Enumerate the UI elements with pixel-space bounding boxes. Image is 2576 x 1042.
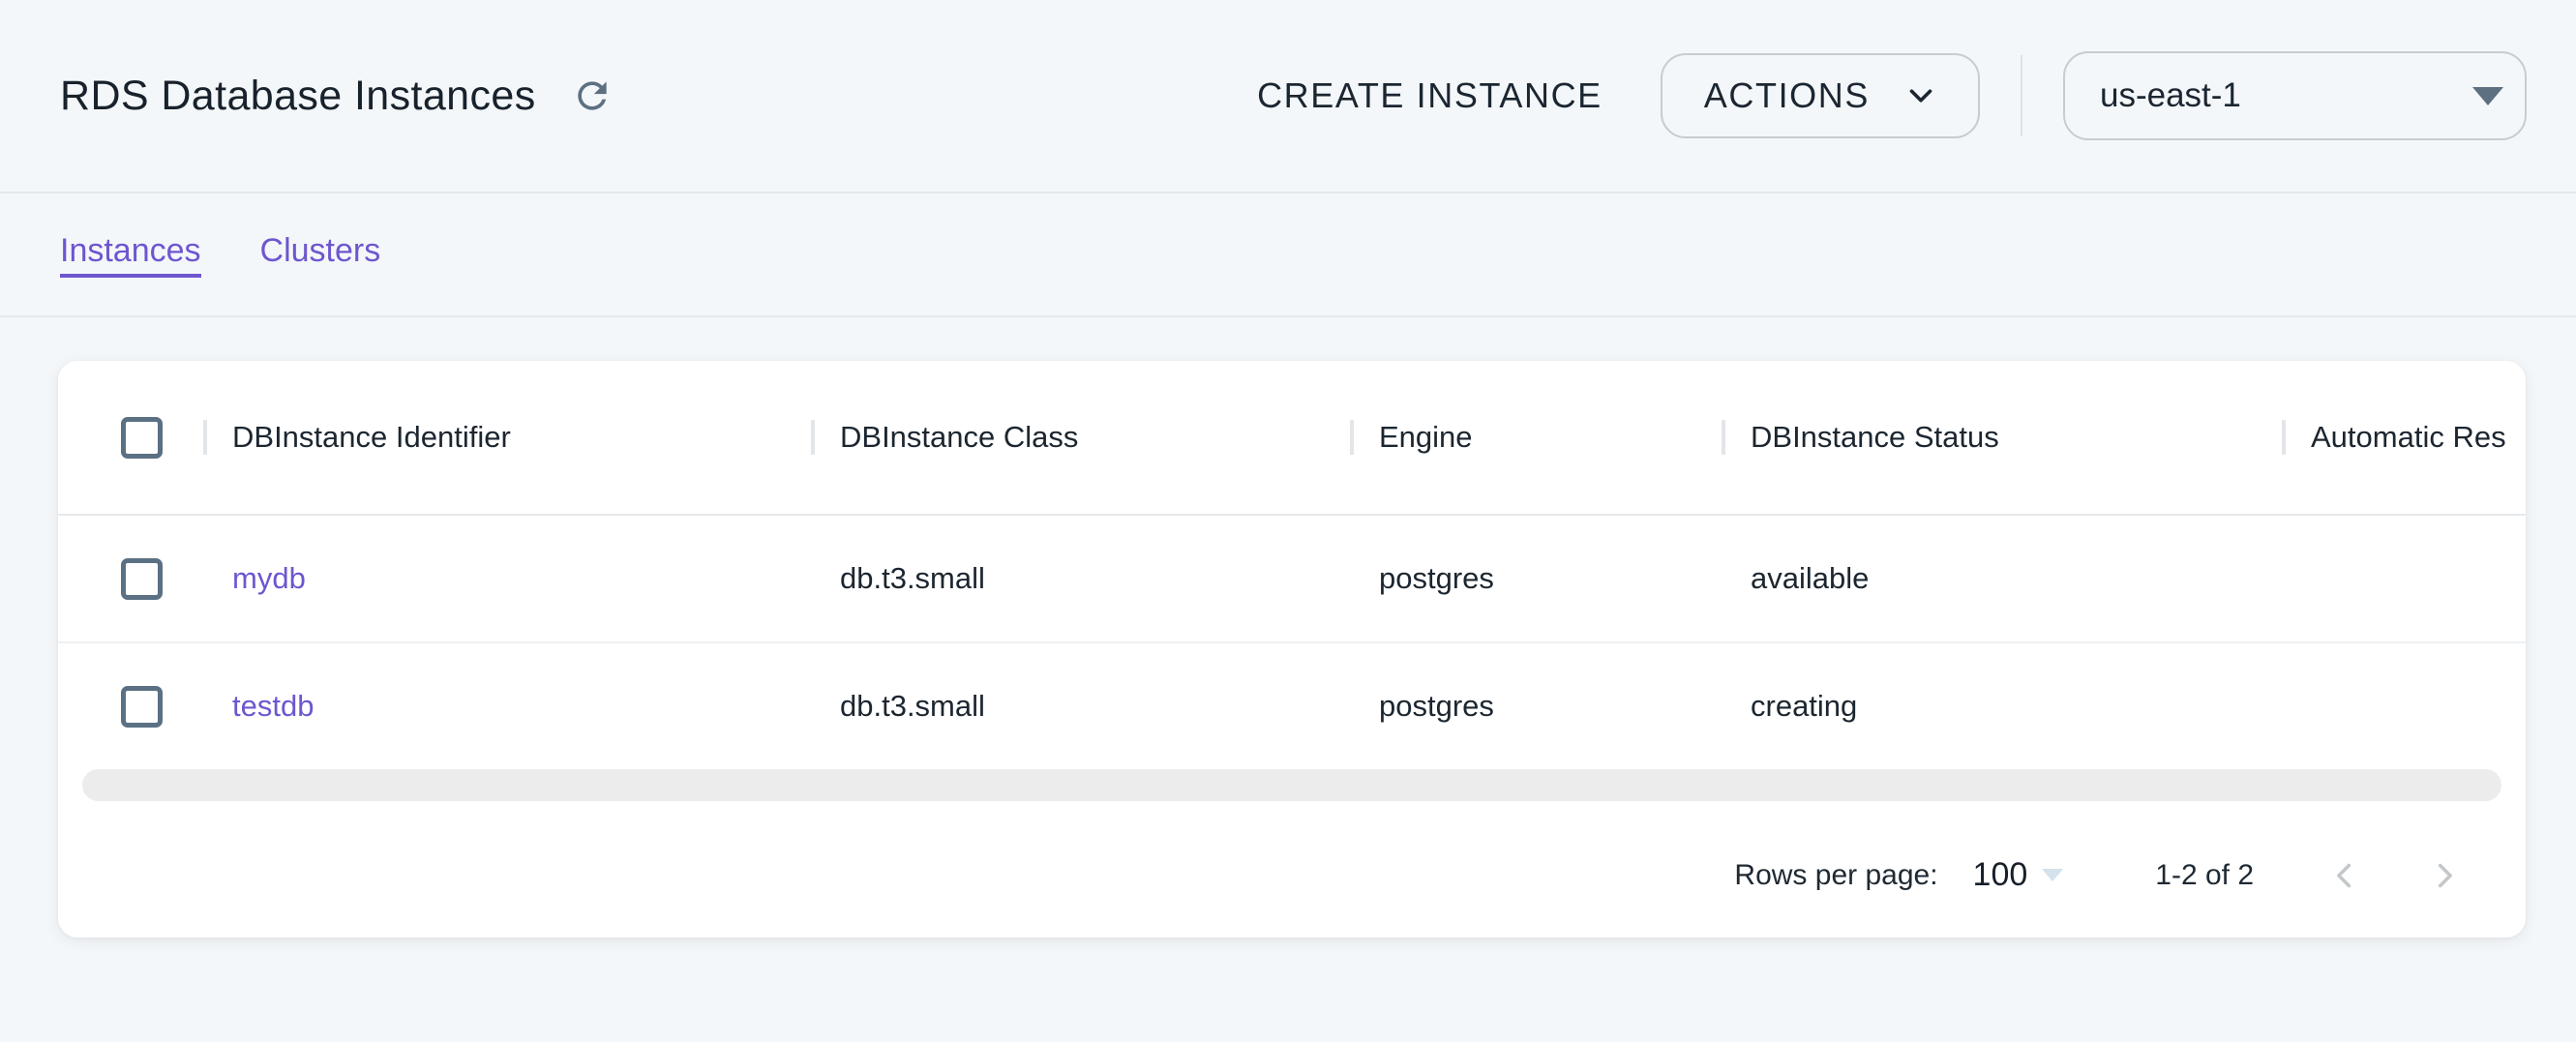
chevron-left-icon [2324, 855, 2365, 896]
cell-dbinstance-class: db.t3.small [811, 515, 1350, 642]
row-checkbox[interactable] [121, 686, 163, 728]
tab-clusters[interactable]: Clusters [260, 232, 381, 278]
cell-status: creating [1722, 642, 2282, 769]
horizontal-scrollbar[interactable] [82, 769, 2501, 801]
region-selector[interactable]: us-east-1 [2063, 51, 2527, 140]
cell-engine: postgres [1350, 642, 1722, 769]
table-header-row: DBInstance Identifier DBInstance Class E… [58, 361, 2526, 515]
refresh-button[interactable] [567, 71, 617, 121]
column-header-identifier[interactable]: DBInstance Identifier [203, 361, 811, 515]
rows-per-page-label: Rows per page: [1734, 859, 1937, 892]
horizontal-scrollbar-track [82, 769, 2501, 801]
column-separator [203, 420, 207, 455]
rds-instances-page: RDS Database Instances CREATE INSTANCE A… [0, 0, 2576, 1042]
pagination: Rows per page: 100 1-2 of 2 [58, 801, 2526, 938]
cell-automatic-res [2282, 515, 2526, 642]
row-checkbox[interactable] [121, 558, 163, 600]
actions-button[interactable]: ACTIONS [1661, 53, 1980, 138]
cell-dbinstance-class: db.t3.small [811, 642, 1350, 769]
column-header-label: DBInstance Status [1751, 420, 1999, 454]
chevron-down-icon [1902, 77, 1939, 114]
tabbar: Instances Clusters [0, 194, 2576, 317]
rows-per-page-select[interactable]: 100 [1973, 856, 2064, 894]
cell-automatic-res [2282, 642, 2526, 769]
toolbar-divider [2021, 55, 2022, 136]
column-header-engine[interactable]: Engine [1350, 361, 1722, 515]
column-header-label: DBInstance Class [840, 420, 1078, 454]
column-header-automatic-res[interactable]: Automatic Res [2282, 361, 2526, 515]
next-page-button[interactable] [2421, 852, 2468, 899]
page-header: RDS Database Instances CREATE INSTANCE A… [0, 0, 2576, 194]
column-header-label: Automatic Res [2311, 420, 2506, 454]
instances-card: DBInstance Identifier DBInstance Class E… [58, 361, 2526, 938]
instance-identifier-link[interactable]: testdb [232, 689, 314, 723]
region-selector-value: us-east-1 [2100, 76, 2241, 115]
refresh-icon [571, 74, 614, 117]
column-separator [811, 420, 815, 455]
page-title: RDS Database Instances [60, 73, 536, 120]
select-all-checkbox[interactable] [121, 417, 163, 459]
dropdown-caret-icon [2472, 87, 2503, 105]
table-row: mydb db.t3.small postgres available [58, 515, 2526, 642]
rows-per-page-value: 100 [1973, 856, 2028, 894]
page-range-label: 1-2 of 2 [2155, 859, 2254, 892]
column-separator [1350, 420, 1354, 455]
column-header-class[interactable]: DBInstance Class [811, 361, 1350, 515]
tab-instances[interactable]: Instances [60, 232, 201, 278]
cell-status: available [1722, 515, 2282, 642]
previous-page-button[interactable] [2321, 852, 2368, 899]
cell-engine: postgres [1350, 515, 1722, 642]
column-separator [2282, 420, 2286, 455]
create-instance-button[interactable]: CREATE INSTANCE [1257, 75, 1603, 116]
column-header-label: DBInstance Identifier [232, 420, 511, 454]
column-separator [1722, 420, 1725, 455]
column-header-status[interactable]: DBInstance Status [1722, 361, 2282, 515]
actions-button-label: ACTIONS [1704, 75, 1870, 116]
header-toolbar: CREATE INSTANCE ACTIONS us-east-1 [1257, 51, 2527, 140]
chevron-right-icon [2424, 855, 2465, 896]
table-row: testdb db.t3.small postgres creating [58, 642, 2526, 769]
instance-identifier-link[interactable]: mydb [232, 561, 306, 595]
column-header-label: Engine [1379, 420, 1473, 454]
instances-table: DBInstance Identifier DBInstance Class E… [58, 361, 2526, 769]
dropdown-caret-icon [2042, 869, 2063, 881]
